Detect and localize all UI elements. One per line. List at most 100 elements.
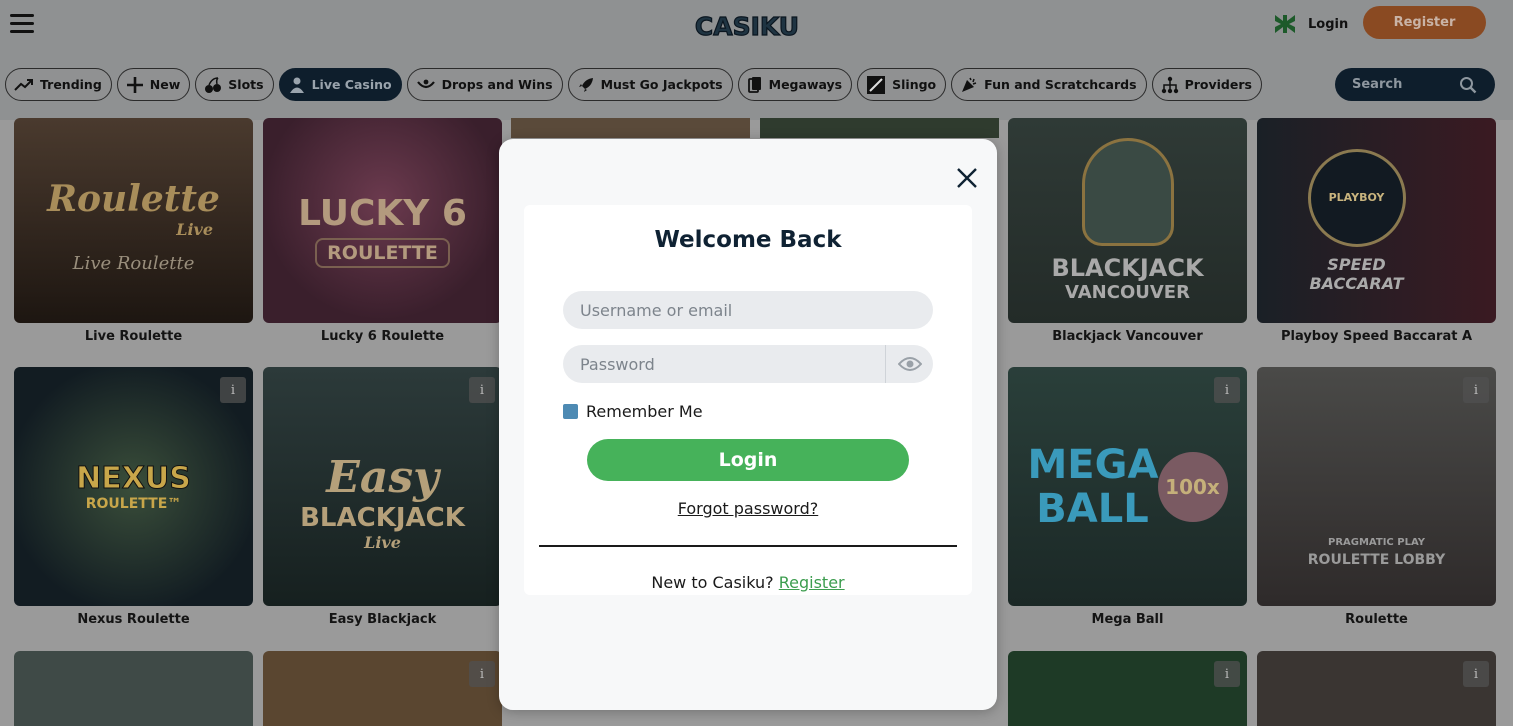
info-icon[interactable]: i [469,661,495,687]
tile-art-subtitle: SPEED BACCARAT [1309,254,1404,293]
category-nav: Trending New Slots Live Casino Drops and… [5,68,1262,101]
providers-icon [1161,76,1178,93]
game-tile-lucky-6-roulette[interactable]: LUCKY 6 ROULETTE [263,118,502,323]
game-tile-playboy-speed-baccarat[interactable]: PLAYBOY SPEED BACCARAT [1257,118,1496,323]
game-title[interactable]: Lucky 6 Roulette [263,329,502,344]
new-user-prompt: New to Casiku? Register [499,573,997,592]
login-modal: Welcome Back Username or email Password … [499,139,997,710]
login-button[interactable]: Login [587,439,909,481]
info-icon[interactable]: i [1214,661,1240,687]
tile-art-footer: Live Roulette [72,252,195,274]
game-title[interactable]: Mega Ball [1008,612,1247,627]
nav-chip-live-casino[interactable]: Live Casino [278,68,402,101]
nav-chip-trending[interactable]: Trending [5,68,112,101]
game-tile-roulette[interactable]: PRAGMATIC PLAY ROULETTE LOBBY i [1257,367,1496,606]
tile-art-badge: 100x [1157,451,1228,522]
game-title[interactable]: Nexus Roulette [14,612,253,627]
site-header: CASIKU Login Register Trending New Slots… [0,0,1513,120]
nav-chip-fun-and-scratchcards[interactable]: Fun and Scratchcards [951,68,1147,101]
game-tile-row3-1[interactable] [14,651,253,726]
party-icon [962,77,977,92]
password-input[interactable]: Password [563,345,885,383]
login-form-panel [524,205,972,595]
live-dealer-icon [289,77,304,93]
hamburger-menu-icon[interactable] [10,14,34,34]
tile-art-subtitle: ROULETTE™ [85,496,182,512]
nav-label: Trending [40,77,102,92]
game-tile-mega-ball[interactable]: MEGA BALL 100x i [1008,367,1247,606]
show-password-button[interactable] [885,345,933,383]
game-tile-blackjack-vancouver[interactable]: BLACKJACK VANCOUVER [1008,118,1247,323]
register-link[interactable]: Register [779,573,845,592]
game-tile-row3-5[interactable]: i [1008,651,1247,726]
remember-me-checkbox[interactable] [563,404,578,419]
nav-chip-providers[interactable]: Providers [1151,68,1262,101]
nav-chip-megaways[interactable]: Megaways [737,68,853,101]
eye-icon [897,357,922,371]
tile-art-title: LUCKY 6 [298,193,467,234]
info-icon[interactable]: i [1463,377,1489,403]
login-icon [1275,15,1295,33]
nav-chip-must-go-jackpots[interactable]: Must Go Jackpots [567,68,733,101]
username-input[interactable]: Username or email [563,291,933,329]
nav-chip-new[interactable]: New [116,68,191,101]
rocket-icon [578,77,593,92]
tile-art-title: PRAGMATIC PLAY [1328,537,1425,548]
search-label: Search [1352,77,1403,92]
game-title[interactable]: Roulette [1257,612,1496,627]
game-tile-row3-6[interactable]: i [1257,651,1496,726]
game-title[interactable]: Easy Blackjack [263,612,502,627]
remember-me[interactable]: Remember Me [563,402,703,421]
cherries-icon [205,76,222,93]
game-tile-easy-blackjack[interactable]: Easy BLACKJACK Live i [263,367,502,606]
modal-title: Welcome Back [654,227,842,253]
plus-icon [126,76,143,93]
info-icon[interactable]: i [1463,661,1489,687]
nav-label: Slots [228,77,264,92]
nav-chip-slots[interactable]: Slots [195,68,274,101]
search-button[interactable]: Search [1335,68,1495,101]
casiku-logo[interactable]: CASIKU [690,6,805,46]
nav-label: Providers [1184,77,1252,92]
info-icon[interactable]: i [469,377,495,403]
game-tile-3[interactable] [511,118,750,138]
nav-label: Live Casino [311,77,392,92]
nav-label: New [149,77,181,92]
remember-me-label: Remember Me [586,402,703,421]
tile-art-title: Easy [326,451,439,503]
tile-art-title: Roulette [47,177,220,220]
game-tile-4[interactable] [760,118,999,138]
game-title[interactable]: Live Roulette [14,329,253,344]
header-login-link[interactable]: Login [1272,10,1348,38]
tile-art-subtitle: ROULETTE [315,238,450,268]
login-label: Login [1308,16,1349,32]
tile-art-title: MEGA BALL [1027,441,1159,532]
forgot-password-link[interactable]: Forgot password? [499,499,997,518]
nav-label: Drops and Wins [441,77,553,92]
svg-text:CASIKU: CASIKU [695,12,799,41]
game-tile-live-roulette[interactable]: Roulette Live Live Roulette [14,118,253,323]
nav-label: Must Go Jackpots [600,77,723,92]
info-icon[interactable]: i [220,377,246,403]
nav-chip-drops-and-wins[interactable]: Drops and Wins [406,68,563,101]
cards-icon [747,76,761,93]
game-title[interactable]: Playboy Speed Baccarat A [1257,329,1496,344]
nav-label: Fun and Scratchcards [984,77,1137,92]
tile-art-title: NEXUS [76,461,192,497]
tile-art-subtitle: VANCOUVER [1065,282,1190,303]
nav-chip-slingo[interactable]: Slingo [857,68,947,101]
game-tile-row3-2[interactable]: i [263,651,502,726]
close-icon[interactable] [954,165,980,191]
drops-icon [416,79,435,88]
header-register-button[interactable]: Register [1363,6,1486,39]
tile-art-subtitle: ROULETTE LOBBY [1307,552,1446,568]
slingo-icon [867,75,886,94]
new-user-text: New to Casiku? [651,573,774,592]
game-tile-nexus-roulette[interactable]: NEXUS ROULETTE™ i [14,367,253,606]
game-title[interactable]: Blackjack Vancouver [1008,329,1247,344]
trending-icon [14,78,33,91]
info-icon[interactable]: i [1214,377,1240,403]
nav-label: Megaways [768,77,843,92]
tile-art-subtitle: BLACKJACK [300,502,465,533]
nav-label: Slingo [892,77,937,92]
